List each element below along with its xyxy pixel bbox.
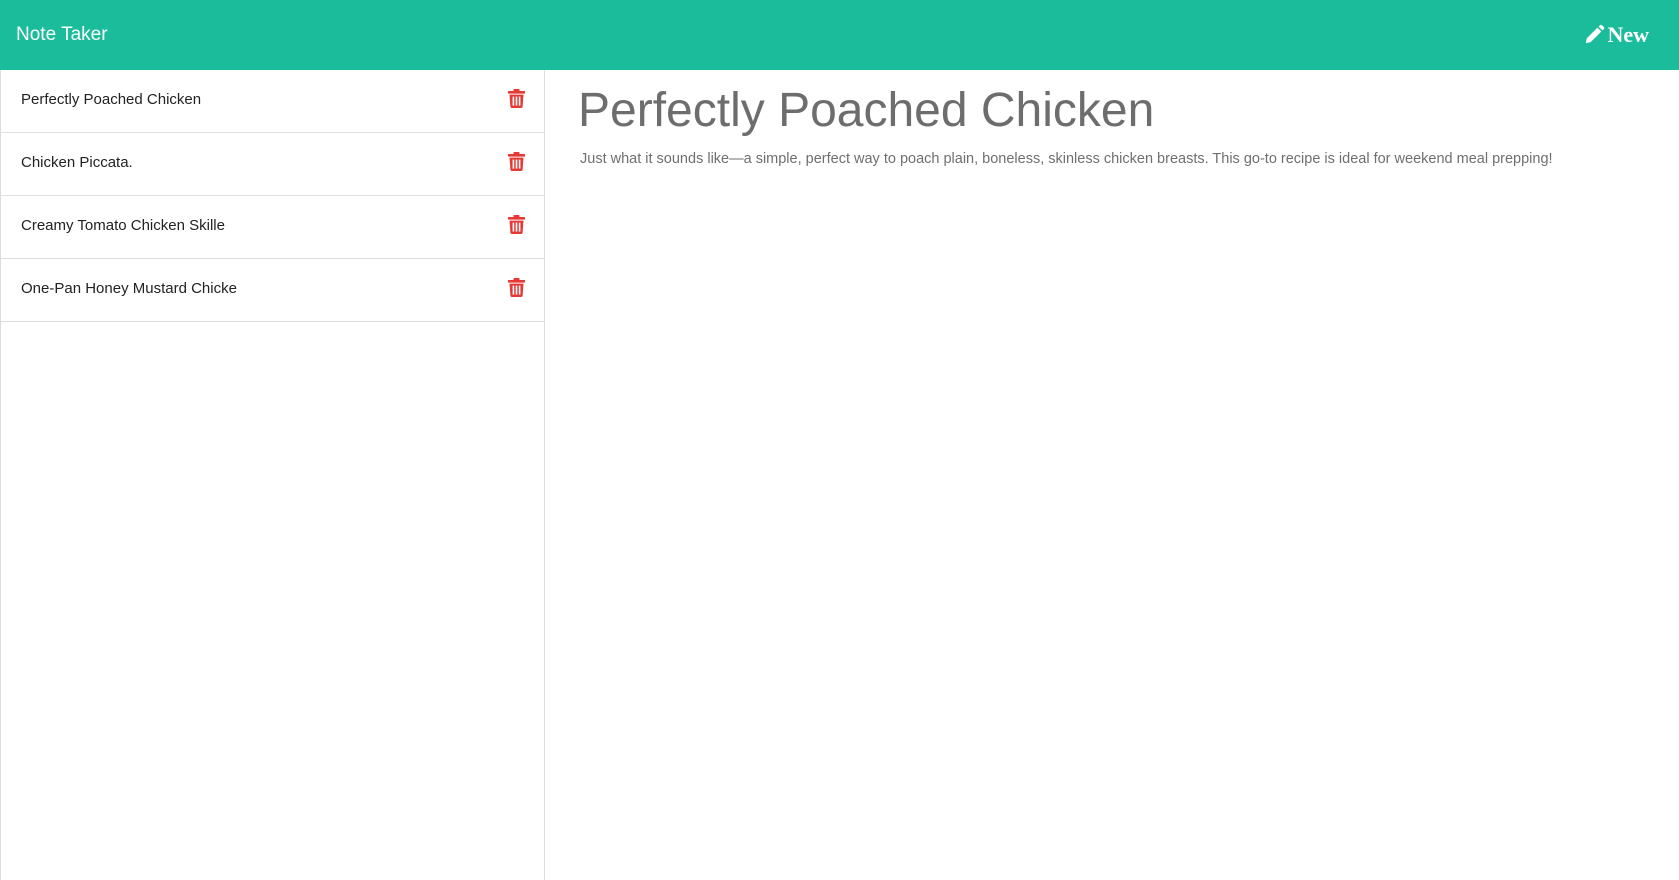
note-list-item[interactable]: Creamy Tomato Chicken Skille: [1, 196, 544, 259]
navbar: Note Taker New: [0, 0, 1679, 70]
note-title-field[interactable]: Perfectly Poached Chicken: [578, 80, 1154, 142]
trash-icon[interactable]: [508, 278, 526, 298]
trash-icon[interactable]: [508, 89, 526, 109]
note-list-item-title: Chicken Piccata.: [21, 154, 133, 171]
trash-icon[interactable]: [508, 215, 526, 235]
note-list-item[interactable]: One-Pan Honey Mustard Chicke: [1, 259, 544, 322]
pencil-icon: [1583, 24, 1607, 46]
trash-icon[interactable]: [508, 152, 526, 172]
note-editor: Perfectly Poached Chicken Just what it s…: [545, 70, 1679, 880]
note-list-item[interactable]: Chicken Piccata.: [1, 133, 544, 196]
new-note-button[interactable]: New: [1583, 19, 1649, 51]
note-list: Perfectly Poached Chicken Chicken Piccat…: [1, 70, 544, 322]
note-list-item-title: Perfectly Poached Chicken: [21, 91, 202, 108]
note-list-item[interactable]: Perfectly Poached Chicken: [1, 70, 544, 133]
note-list-sidebar: Perfectly Poached Chicken Chicken Piccat…: [0, 70, 545, 880]
note-text-field[interactable]: Just what it sounds like—a simple, perfe…: [580, 149, 1660, 169]
note-list-item-title: Creamy Tomato Chicken Skille: [21, 217, 225, 234]
new-note-label: New: [1607, 22, 1649, 47]
app-title[interactable]: Note Taker: [16, 22, 108, 48]
note-list-item-title: One-Pan Honey Mustard Chicke: [21, 280, 237, 297]
